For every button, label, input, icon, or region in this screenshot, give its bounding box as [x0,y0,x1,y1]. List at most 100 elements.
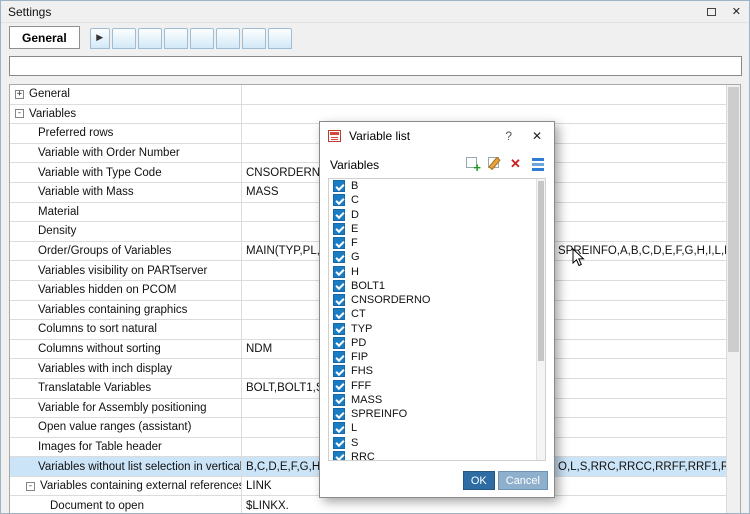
expand-toggle-icon[interactable]: - [15,109,24,119]
variable-list-item[interactable]: PD [329,336,545,350]
expand-toggle-icon[interactable]: - [26,481,35,491]
tab-item[interactable] [267,28,292,49]
checkbox-checked-icon[interactable] [333,408,345,421]
list-scrollbar-thumb[interactable] [538,181,544,361]
variable-list-item[interactable]: S [329,436,545,450]
filter-input[interactable] [9,56,742,76]
property-label: Material [38,205,79,218]
checkbox-checked-icon[interactable] [333,336,345,349]
property-label: Images for Table header [38,440,162,453]
variable-list-item[interactable]: FIP [329,350,545,364]
checkbox-checked-icon[interactable] [333,222,345,235]
variable-list-item[interactable]: CT [329,307,545,321]
property-value-cell[interactable]: $LINKX. [242,496,726,513]
checkbox-checked-icon[interactable] [333,422,345,435]
close-button[interactable]: ✕ [732,6,741,18]
checkbox-checked-icon[interactable] [333,194,345,207]
variable-name: SPREINFO [351,408,408,421]
property-value: NDM [246,343,273,356]
property-name-cell: Document to open [10,496,242,513]
variable-list-item[interactable]: MASS [329,393,545,407]
checkbox-checked-icon[interactable] [333,322,345,335]
delete-variable-icon[interactable] [508,155,524,172]
tab-item[interactable] [241,28,266,49]
variable-list-item[interactable]: H [329,265,545,279]
tab-general[interactable]: General [9,26,80,49]
checkbox-checked-icon[interactable] [333,237,345,250]
list-scrollbar[interactable] [536,179,545,460]
tab-item[interactable] [137,28,162,49]
ok-button[interactable]: OK [462,471,495,490]
expand-toggle-icon[interactable]: + [15,89,24,99]
restore-button[interactable] [706,5,716,19]
property-value-cell[interactable] [242,85,726,104]
variable-name: B [351,180,359,193]
dialog-close-button[interactable]: ✕ [532,129,542,143]
cancel-button[interactable]: Cancel [497,471,548,490]
tab-scroll-arrow-icon[interactable]: ▶ [89,28,110,49]
table-row[interactable]: Document to open $LINKX. [10,496,726,513]
checkbox-checked-icon[interactable] [333,351,345,364]
dialog-titlebar[interactable]: Variable list ? ✕ [320,122,554,150]
variable-list-item[interactable]: D [329,208,545,222]
variable-list-item[interactable]: FFF [329,379,545,393]
variable-list-item[interactable]: BOLT1 [329,279,545,293]
checkbox-checked-icon[interactable] [333,365,345,378]
checkbox-checked-icon[interactable] [333,208,345,221]
variable-list-item[interactable]: TYP [329,322,545,336]
checkbox-checked-icon[interactable] [333,251,345,264]
property-name-cell: Images for Table header [10,437,242,457]
table-row[interactable]: + General [10,85,726,105]
variable-name: H [351,265,359,278]
checkbox-checked-icon[interactable] [333,279,345,292]
property-label: Preferred rows [38,127,114,140]
tab-item[interactable] [111,28,136,49]
checkbox-checked-icon[interactable] [333,436,345,449]
variable-list-item[interactable]: C [329,193,545,207]
variable-list-item[interactable]: E [329,222,545,236]
tab-item[interactable] [215,28,240,49]
checkbox-checked-icon[interactable] [333,265,345,278]
variable-list-item[interactable]: B [329,179,545,193]
property-name-cell: Translatable Variables [10,378,242,398]
checkbox-checked-icon[interactable] [333,379,345,392]
property-name-cell: Variable with Mass [10,182,242,202]
window-titlebar[interactable]: Settings ✕ [1,1,749,23]
variable-name: RRC [351,450,375,461]
property-label: Order/Groups of Variables [38,245,172,258]
variable-name: TYP [351,322,373,335]
variable-name: E [351,222,359,235]
dialog-help-button[interactable]: ? [505,129,512,143]
property-name-cell: Open value ranges (assistant) [10,418,242,437]
variable-list-item[interactable]: L [329,421,545,435]
column-options-icon[interactable] [530,155,546,171]
grid-vertical-scrollbar[interactable] [726,85,740,513]
property-label: Translatable Variables [38,382,152,395]
property-name-cell: Columns to sort natural [10,320,242,339]
checkbox-checked-icon[interactable] [333,308,345,321]
variables-label: Variables [330,158,380,172]
checkbox-checked-icon[interactable] [333,450,345,460]
grid-scrollbar-thumb[interactable] [728,87,739,353]
variable-list-item[interactable]: SPREINFO [329,407,545,421]
tab-item[interactable] [189,28,214,49]
property-label: Variables visibility on PARTserver [38,264,208,277]
checkbox-checked-icon[interactable] [333,180,345,193]
property-name-cell: Density [10,222,242,241]
variable-list-item[interactable]: RRC [329,450,545,461]
edit-variable-icon[interactable] [486,155,502,171]
variable-list-item[interactable]: CNSORDERNO [329,293,545,307]
variable-list-item[interactable]: G [329,250,545,264]
property-name-cell: Variable for Assembly positioning [10,398,242,418]
add-variable-icon[interactable] [464,155,481,175]
dialog-footer: OK Cancel [462,471,548,490]
variable-list-item[interactable]: F [329,236,545,250]
variable-name: FIP [351,351,369,364]
checkbox-checked-icon[interactable] [333,393,345,406]
variable-list-item[interactable]: FHS [329,364,545,378]
property-name-cell: Order/Groups of Variables [10,241,242,261]
checkbox-checked-icon[interactable] [333,294,345,307]
property-label: Variable with Order Number [38,147,180,160]
property-label: Document to open [50,499,144,512]
tab-item[interactable] [163,28,188,49]
